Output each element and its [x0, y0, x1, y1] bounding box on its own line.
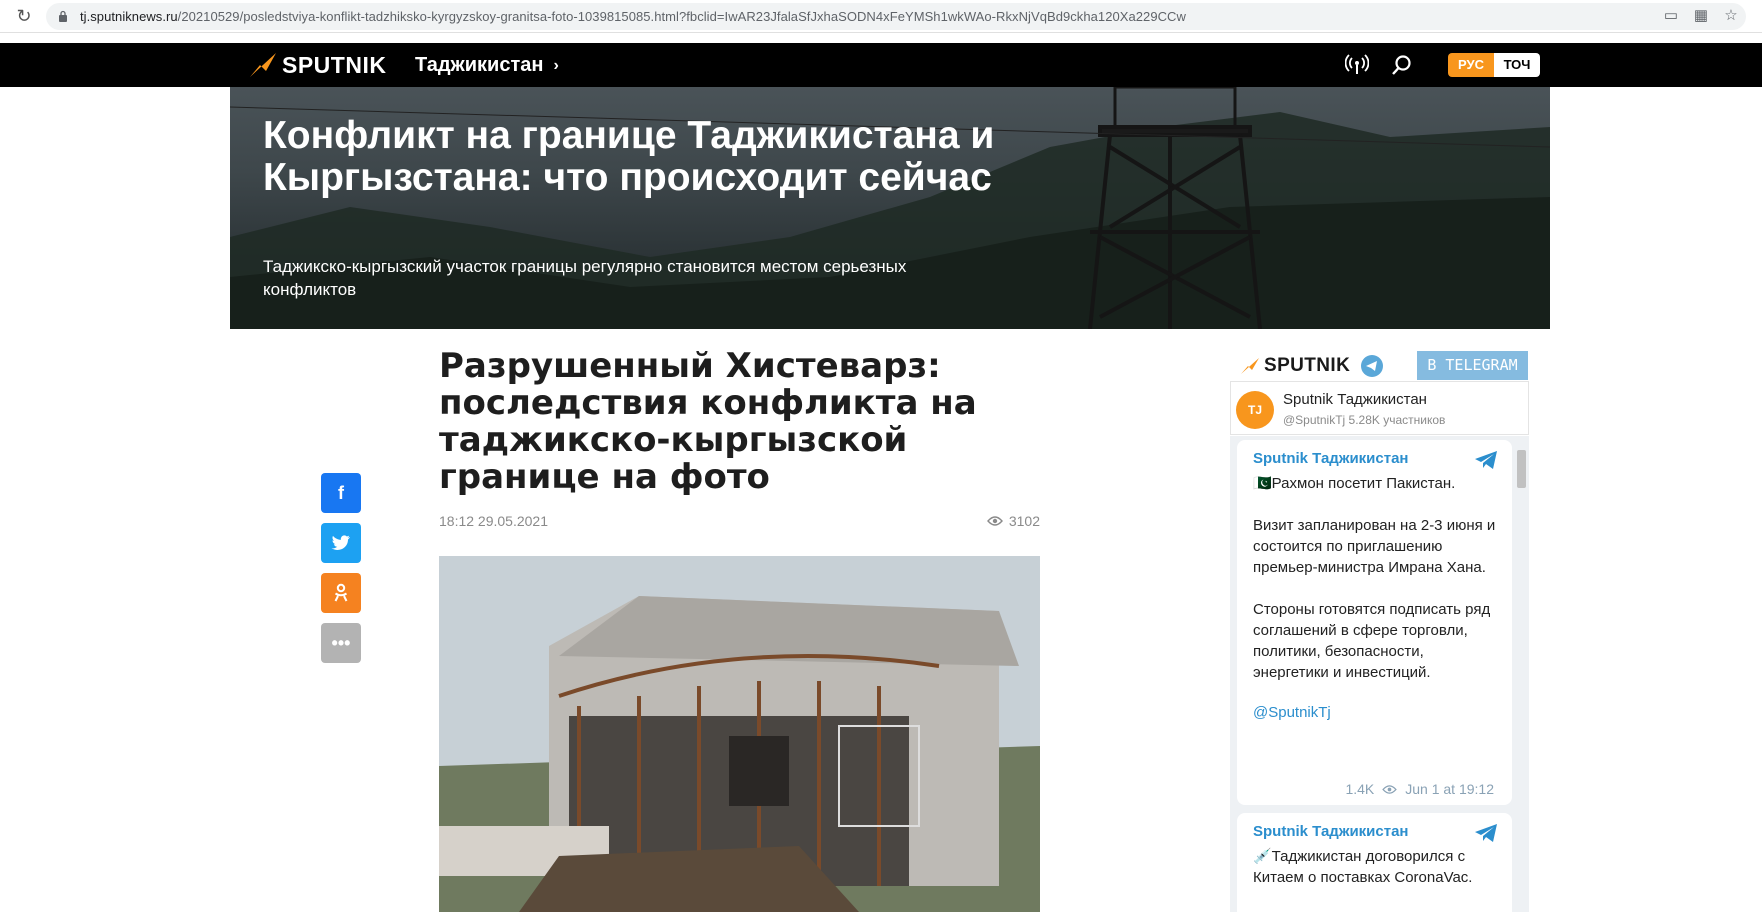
feed-scrollbar[interactable]	[1516, 440, 1527, 910]
post-views: 1.4K	[1345, 781, 1375, 797]
bookmark-star-icon[interactable]: ☆	[1722, 7, 1740, 25]
browser-toolbar: ↻ tj.sputniknews.ru/20210529/posledstviy…	[0, 0, 1762, 33]
hero-title[interactable]: Конфликт на границе Таджикистана и Кыргы…	[263, 115, 1063, 199]
address-bar[interactable]: tj.sputniknews.ru/20210529/posledstviya-…	[46, 3, 1746, 30]
telegram-tag: В TELEGRAM	[1417, 351, 1528, 380]
lang-ru-button[interactable]: РУС	[1448, 53, 1494, 77]
odnoklassniki-share-button[interactable]	[321, 573, 361, 613]
sputnik-small-logo-icon	[1241, 357, 1259, 374]
region-label: Таджикистан	[415, 54, 544, 76]
logo-text: SPUTNIK	[282, 51, 387, 78]
article-views: 3102	[986, 513, 1040, 529]
channel-avatar: TJ	[1236, 391, 1274, 429]
cast-icon[interactable]: ▭	[1662, 7, 1680, 25]
article-photo[interactable]	[439, 556, 1040, 912]
article-title: Разрушенный Хистеварз: последствия конфл…	[439, 346, 977, 497]
eye-icon	[1382, 784, 1398, 794]
url-text: tj.sputniknews.ru/20210529/posledstviya-…	[80, 9, 1186, 24]
region-selector[interactable]: Таджикистан ›	[415, 54, 559, 77]
views-count: 3102	[1008, 513, 1040, 529]
reload-icon[interactable]: ↻	[14, 6, 34, 26]
post-time[interactable]: Jun 1 at 19:12	[1405, 781, 1494, 797]
burned-house-image	[439, 556, 1040, 912]
hero-banner[interactable]: Конфликт на границе Таджикистана и Кыргы…	[230, 87, 1550, 329]
channel-subscribers: @SputnikTj 5.28K участников	[1283, 413, 1446, 427]
post-text: 🇵🇰Рахмон посетит Пакистан. Визит заплани…	[1253, 475, 1496, 681]
telegram-plane-icon[interactable]	[1474, 823, 1498, 843]
scrollbar-thumb[interactable]	[1517, 450, 1526, 488]
chevron-right-icon: ›	[553, 56, 559, 74]
url-path: /20210529/posledstviya-konflikt-tadzhiks…	[177, 9, 1186, 24]
post-link[interactable]: @SputnikTj	[1253, 704, 1496, 721]
language-switcher: РУС ТОЧ	[1448, 53, 1540, 77]
telegram-brand-text: SPUTNIK	[1264, 354, 1351, 376]
sputnik-logo-icon	[250, 53, 276, 77]
telegram-brand: SPUTNIK	[1240, 351, 1384, 380]
search-icon[interactable]	[1391, 54, 1413, 76]
radio-broadcast-icon[interactable]	[1345, 54, 1369, 76]
odnoklassniki-icon	[334, 583, 348, 602]
post-text: 💉Таджикистан договорился с Китаем о пост…	[1253, 848, 1473, 886]
facebook-share-button[interactable]: f	[321, 473, 361, 513]
hero-subtitle: Таджикско-кыргызский участок границы рег…	[263, 257, 907, 299]
url-domain: tj.sputniknews.ru	[80, 9, 178, 24]
telegram-post: Sputnik Таджикистан 💉Таджикистан договор…	[1237, 813, 1512, 912]
twitter-icon	[331, 535, 350, 550]
channel-name: Sputnik Таджикистан	[1283, 391, 1427, 408]
post-author[interactable]: Sputnik Таджикистан	[1253, 450, 1496, 467]
telegram-post: Sputnik Таджикистан 🇵🇰Рахмон посетит Пак…	[1237, 440, 1512, 805]
site-header: SPUTNIK Таджикистан › РУС ТОЧ	[0, 43, 1762, 87]
facebook-icon: f	[338, 482, 344, 503]
lang-tj-button[interactable]: ТОЧ	[1494, 53, 1540, 77]
more-share-button[interactable]: •••	[321, 623, 361, 663]
telegram-feed[interactable]: Sputnik Таджикистан 🇵🇰Рахмон посетит Пак…	[1230, 436, 1529, 912]
telegram-channel-card[interactable]: TJ Sputnik Таджикистан @SputnikTj 5.28K …	[1230, 381, 1529, 435]
sputnik-logo[interactable]: SPUTNIK	[248, 51, 386, 79]
article-datetime: 18:12 29.05.2021	[439, 513, 548, 529]
channel-avatar-text: TJ	[1247, 403, 1262, 417]
post-author[interactable]: Sputnik Таджикистан	[1253, 823, 1496, 840]
qr-code-icon[interactable]: ▦	[1692, 7, 1710, 25]
telegram-circle-icon	[1361, 354, 1384, 377]
post-footer: 1.4K Jun 1 at 19:12	[1345, 781, 1494, 797]
eye-icon	[986, 516, 1003, 526]
article-meta: 18:12 29.05.2021 3102	[439, 513, 1040, 531]
twitter-share-button[interactable]	[321, 523, 361, 563]
more-dots-icon: •••	[331, 632, 351, 653]
telegram-plane-icon[interactable]	[1474, 450, 1498, 470]
lock-icon	[59, 10, 67, 22]
telegram-widget-header[interactable]: SPUTNIK В TELEGRAM	[1240, 351, 1528, 380]
